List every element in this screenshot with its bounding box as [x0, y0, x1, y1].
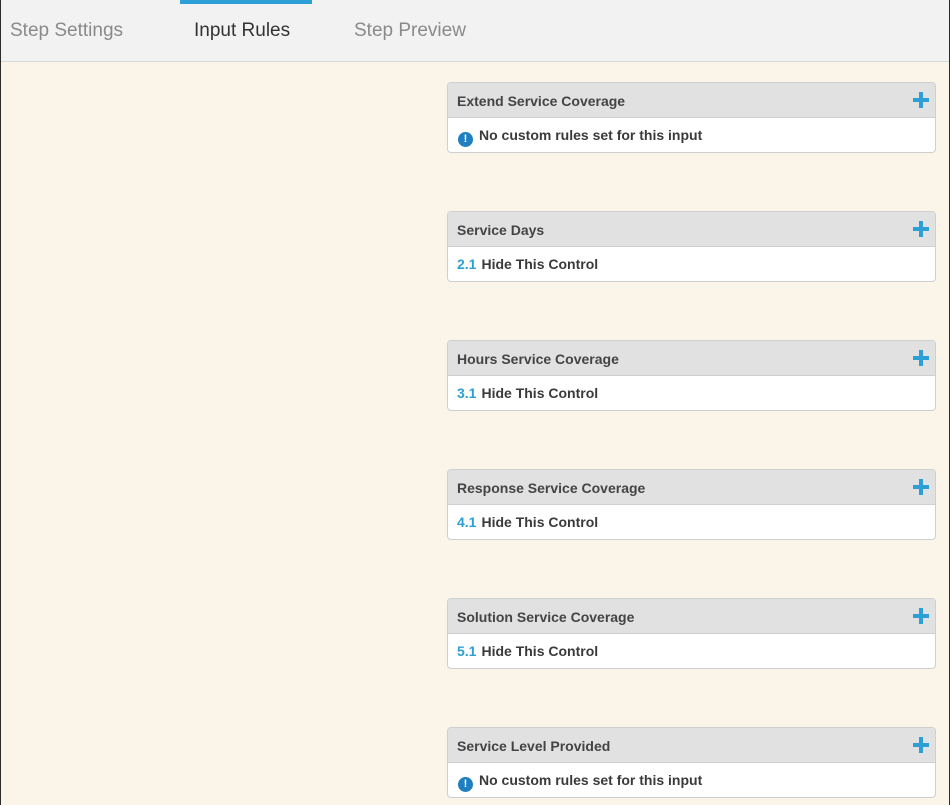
rules-content-area: Extend Service Coverage ! No custom rules…: [1, 62, 949, 805]
add-rule-button[interactable]: [913, 92, 929, 108]
rule-number: 2.1: [457, 256, 477, 272]
rule-panel-service-days: Service Days 2.1 Hide This Control: [447, 211, 936, 282]
panel-title: Hours Service Coverage: [457, 351, 619, 367]
tab-input-rules[interactable]: Input Rules: [179, 0, 313, 61]
empty-rules-text: No custom rules set for this input: [479, 127, 703, 143]
panel-header: Hours Service Coverage: [448, 341, 935, 376]
rule-label: Hide This Control: [481, 256, 599, 272]
rule-item[interactable]: 4.1 Hide This Control: [457, 505, 598, 539]
panel-body: 2.1 Hide This Control: [448, 247, 935, 281]
add-rule-button[interactable]: [913, 221, 929, 237]
panel-title: Response Service Coverage: [457, 480, 646, 496]
info-icon: !: [458, 777, 473, 792]
panel-header: Extend Service Coverage: [448, 83, 935, 118]
panel-body: 3.1 Hide This Control: [448, 376, 935, 410]
app-frame: Step Settings Input Rules Step Preview E…: [0, 0, 950, 805]
add-rule-button[interactable]: [913, 350, 929, 366]
rule-label: Hide This Control: [481, 643, 599, 659]
panel-title: Extend Service Coverage: [457, 93, 626, 109]
empty-rules-message: ! No custom rules set for this input: [458, 118, 702, 152]
panel-body: ! No custom rules set for this input: [448, 118, 935, 152]
rule-item[interactable]: 3.1 Hide This Control: [457, 376, 598, 410]
rule-label: Hide This Control: [481, 514, 599, 530]
rule-item[interactable]: 5.1 Hide This Control: [457, 634, 598, 668]
rule-number: 4.1: [457, 514, 477, 530]
rule-panel-solution-service-coverage: Solution Service Coverage 5.1 Hide This C…: [447, 598, 936, 669]
rule-panel-service-level-provided: Service Level Provided ! No custom rules …: [447, 727, 936, 798]
tab-step-preview[interactable]: Step Preview: [354, 0, 466, 61]
rule-panel-hours-service-coverage: Hours Service Coverage 3.1 Hide This Cont…: [447, 340, 936, 411]
add-rule-button[interactable]: [913, 737, 929, 753]
empty-rules-text: No custom rules set for this input: [479, 772, 703, 788]
panel-body: ! No custom rules set for this input: [448, 763, 935, 797]
add-rule-button[interactable]: [913, 479, 929, 495]
add-rule-button[interactable]: [913, 608, 929, 624]
rule-label: Hide This Control: [481, 385, 599, 401]
rule-item[interactable]: 2.1 Hide This Control: [457, 247, 598, 281]
rule-number: 3.1: [457, 385, 477, 401]
rule-panel-response-service-coverage: Response Service Coverage 4.1 Hide This C…: [447, 469, 936, 540]
panel-header: Service Level Provided: [448, 728, 935, 763]
tab-bar: Step Settings Input Rules Step Preview: [1, 0, 949, 62]
empty-rules-message: ! No custom rules set for this input: [458, 763, 702, 797]
panel-title: Service Level Provided: [457, 738, 611, 754]
panel-header: Solution Service Coverage: [448, 599, 935, 634]
panel-header: Response Service Coverage: [448, 470, 935, 505]
panel-title: Solution Service Coverage: [457, 609, 635, 625]
panel-title: Service Days: [457, 222, 545, 238]
rule-number: 5.1: [457, 643, 477, 659]
rule-panel-extend-service-coverage: Extend Service Coverage ! No custom rules…: [447, 82, 936, 153]
panel-header: Service Days: [448, 212, 935, 247]
panel-body: 4.1 Hide This Control: [448, 505, 935, 539]
info-icon: !: [458, 132, 473, 147]
tab-step-settings[interactable]: Step Settings: [10, 0, 123, 61]
panel-body: 5.1 Hide This Control: [448, 634, 935, 668]
